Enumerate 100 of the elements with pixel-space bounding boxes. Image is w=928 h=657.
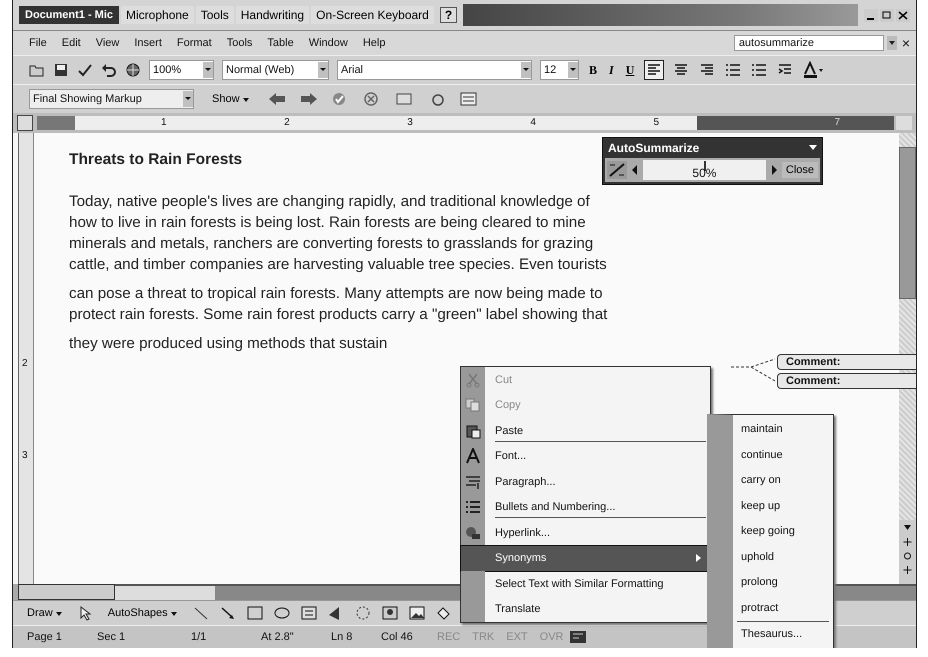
caret-icon bbox=[170, 612, 177, 616]
context-menu-item[interactable]: Synonyms bbox=[461, 546, 710, 571]
zoom-dropdown[interactable]: 100% bbox=[149, 60, 214, 80]
comment-balloon[interactable]: Comment: bbox=[777, 354, 916, 370]
close-icon[interactable] bbox=[896, 8, 910, 22]
previous-change-icon[interactable] bbox=[266, 91, 287, 107]
text-box-icon[interactable] bbox=[300, 605, 318, 621]
help-search-field[interactable]: autosummarize bbox=[734, 35, 884, 51]
ruler-number: 1 bbox=[161, 116, 167, 130]
status-field: Ln 8 bbox=[317, 631, 367, 643]
font-dropdown[interactable]: Arial bbox=[337, 60, 532, 80]
vertical-scrollbar[interactable] bbox=[899, 133, 916, 584]
view-buttons[interactable] bbox=[18, 584, 115, 600]
minimize-icon[interactable] bbox=[864, 8, 878, 22]
menu-item[interactable]: Edit bbox=[62, 37, 81, 49]
synonym-item[interactable]: continue bbox=[733, 442, 833, 468]
save-icon[interactable] bbox=[53, 62, 69, 78]
paragraph: Today, native people's lives are changing rapidly, and traditional knowledge of how to live in rain forests is being lost. Rain forests are being cleared to mine minerals and metals, ranchers are converting forests to grasslands for grazing cattle, and timber companies are harvesting valuable tree species. Even tourists bbox=[69, 192, 608, 275]
comment-balloon[interactable]: Comment: bbox=[777, 373, 916, 389]
list-icon bbox=[465, 499, 481, 516]
undo-icon[interactable] bbox=[101, 62, 117, 78]
align-left-icon[interactable] bbox=[644, 60, 664, 80]
reviewing-pane-icon[interactable] bbox=[458, 91, 479, 107]
rectangle-icon[interactable] bbox=[246, 605, 264, 621]
underline-button[interactable]: U bbox=[624, 62, 636, 78]
context-menu-item[interactable]: Paragraph... bbox=[461, 469, 710, 494]
thesaurus-item[interactable]: Thesaurus... bbox=[733, 622, 833, 648]
status-field: Page 1 bbox=[13, 631, 83, 643]
document-heading: Threats to Rain Forests bbox=[69, 151, 242, 169]
copy-icon bbox=[465, 397, 481, 414]
menu-item[interactable]: Window bbox=[308, 37, 348, 49]
context-menu-item[interactable]: Hyperlink... bbox=[461, 520, 710, 546]
language-bar-button[interactable]: Handwriting bbox=[236, 6, 310, 24]
synonym-item[interactable]: protract bbox=[733, 596, 833, 621]
ruler-number: 5 bbox=[653, 116, 659, 130]
split-handle[interactable] bbox=[896, 116, 912, 130]
synonym-item[interactable]: uphold bbox=[733, 544, 833, 570]
context-menu-item[interactable]: Translate bbox=[461, 596, 710, 622]
browse-buttons-drawing[interactable] bbox=[899, 520, 916, 584]
font-icon bbox=[465, 448, 481, 464]
menu-item[interactable]: Format bbox=[176, 37, 212, 49]
ruler-number: 2 bbox=[284, 116, 290, 130]
menu-item[interactable]: Help bbox=[362, 37, 386, 49]
menu-item[interactable]: Tools bbox=[226, 37, 252, 49]
spelling-icon[interactable] bbox=[77, 62, 93, 78]
ruler-margin bbox=[37, 116, 75, 130]
language-bar-button[interactable]: On-Screen Keyboard bbox=[311, 6, 434, 24]
autoshapes-menu-button[interactable]: AutoShapes bbox=[102, 606, 183, 620]
language-bar-button[interactable]: Microphone bbox=[121, 6, 194, 24]
ruler-number: 4 bbox=[530, 116, 536, 130]
menu-item[interactable]: File bbox=[29, 37, 47, 49]
caret-icon bbox=[56, 612, 62, 616]
synonym-item[interactable]: carry on bbox=[733, 468, 833, 494]
submenu-arrow-icon bbox=[696, 554, 702, 562]
status-field: 1/1 bbox=[177, 631, 231, 643]
synonym-item[interactable]: maintain bbox=[733, 417, 833, 442]
status-field: Col 46 bbox=[367, 631, 431, 643]
window-title: Document1 - Mic bbox=[19, 6, 120, 24]
comment-leader-line bbox=[731, 357, 777, 383]
ruler-number: 2 bbox=[22, 358, 28, 369]
synonym-item[interactable]: keep going bbox=[733, 519, 833, 544]
close-document-button[interactable]: × bbox=[902, 35, 916, 51]
language-bar-button[interactable]: Tools bbox=[196, 6, 234, 24]
caret-icon bbox=[242, 98, 249, 102]
style-dropdown[interactable]: Normal (Web) bbox=[222, 60, 329, 80]
paste-icon bbox=[465, 422, 481, 439]
bold-button[interactable]: B bbox=[587, 62, 600, 78]
percent-slider[interactable]: 50% bbox=[643, 160, 766, 180]
menu-item[interactable]: Table bbox=[267, 37, 294, 49]
spelling-status-icon[interactable] bbox=[569, 630, 588, 644]
synonym-item[interactable]: keep up bbox=[733, 494, 833, 519]
arrow-icon[interactable] bbox=[218, 605, 237, 621]
diagram-icon[interactable] bbox=[354, 605, 372, 621]
status-field: At 2.8" bbox=[231, 631, 317, 643]
tab-selector[interactable] bbox=[17, 115, 33, 131]
percent-label: 50% bbox=[692, 166, 716, 180]
highlight-toggle-icon[interactable] bbox=[607, 161, 627, 179]
restore-icon[interactable] bbox=[880, 8, 894, 22]
markup-display-dropdown[interactable]: Final Showing Markup bbox=[29, 89, 194, 109]
menu-item[interactable]: Insert bbox=[134, 37, 162, 49]
globe-icon[interactable] bbox=[125, 62, 141, 78]
next-change-icon[interactable] bbox=[298, 91, 319, 107]
context-menu-item[interactable]: Font... bbox=[461, 444, 710, 469]
toolbar-title: AutoSummarize bbox=[608, 141, 700, 155]
font-color-icon[interactable] bbox=[802, 61, 824, 79]
toolbar-options-icon[interactable] bbox=[809, 145, 817, 151]
paragraph: can pose a threat to tropical rain forests. Many attempts are now being made to protect rain forests. Some rain forest products carry a "green" label showing that bbox=[69, 284, 608, 325]
italic-button[interactable]: I bbox=[607, 62, 616, 78]
synonym-item[interactable]: prolong bbox=[733, 570, 833, 596]
show-menu-button[interactable]: Show bbox=[206, 92, 255, 106]
status-field: Sec 1 bbox=[83, 631, 177, 643]
close-button[interactable]: Close bbox=[782, 162, 818, 178]
image-icon[interactable] bbox=[408, 605, 426, 621]
draw-menu-button[interactable]: Draw bbox=[21, 606, 68, 620]
context-menu-item[interactable]: Select Text with Similar Formatting bbox=[461, 571, 710, 596]
oval-icon[interactable] bbox=[272, 605, 291, 621]
help-button[interactable]: ? bbox=[440, 7, 458, 23]
font-size-dropdown[interactable]: 12 bbox=[540, 60, 579, 80]
ruler-number: 7 bbox=[834, 116, 840, 130]
menu-item[interactable]: View bbox=[96, 37, 120, 49]
